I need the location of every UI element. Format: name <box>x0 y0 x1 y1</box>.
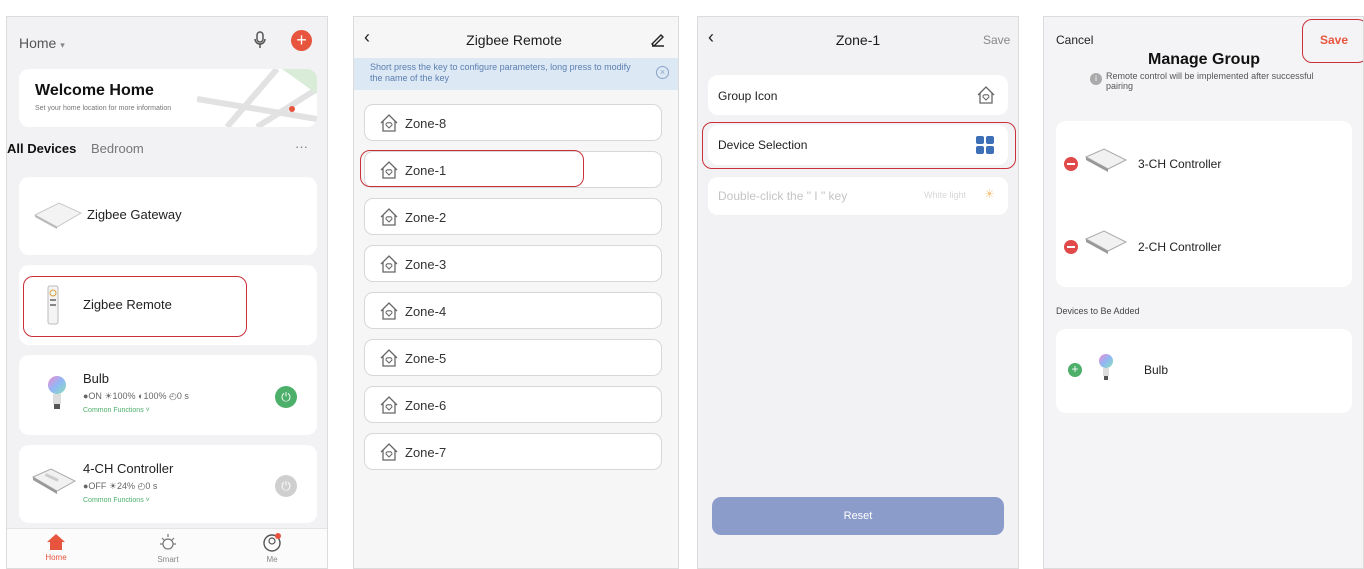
house-icon <box>380 396 398 414</box>
back-icon[interactable]: ‹ <box>708 27 714 48</box>
zone-label: Zone-4 <box>405 304 447 319</box>
house-icon <box>380 443 398 461</box>
reset-button[interactable]: Reset <box>712 497 1004 535</box>
edit-icon[interactable] <box>650 31 666 47</box>
remove-icon[interactable] <box>1064 240 1078 254</box>
welcome-title: Welcome Home <box>35 82 154 99</box>
tab-label: Smart <box>157 555 179 564</box>
gateway-device-icon <box>33 202 83 229</box>
tab-label: Me <box>266 555 278 564</box>
bottom-tab-bar: Home Smart Me <box>7 528 327 568</box>
controller-device-icon <box>1084 148 1128 172</box>
common-functions-link[interactable]: Common Functions ˅ <box>83 497 150 504</box>
profile-icon <box>263 533 281 552</box>
device-card-gateway[interactable]: Zigbee Gateway <box>19 177 317 255</box>
home-dropdown-label: Home <box>19 35 57 51</box>
controller-device-icon <box>1084 230 1128 254</box>
group-icon-row[interactable]: Group Icon <box>708 75 1008 115</box>
page-title: Zone-1 <box>835 32 881 48</box>
power-off-icon[interactable]: ⏻ <box>275 475 297 497</box>
close-icon[interactable]: × <box>656 66 669 79</box>
home-icon <box>47 534 65 550</box>
zone-label: Zone-6 <box>405 398 447 413</box>
add-icon[interactable]: + <box>291 30 312 51</box>
back-icon[interactable]: ‹ <box>364 27 370 48</box>
page-title: Manage Group <box>1147 51 1260 68</box>
chevron-down-icon: ▾ <box>60 40 65 50</box>
highlight-device-selection <box>702 122 1016 169</box>
device-card-4ch[interactable]: 4-CH Controller ●OFF ☀24% ◴0 s Common Fu… <box>19 445 317 523</box>
tab-smart[interactable]: Smart <box>143 533 193 564</box>
hint-banner: Short press the key to configure paramet… <box>354 58 678 90</box>
welcome-subtitle: Set your home location for more informat… <box>35 105 172 112</box>
hint-text: Short press the key to configure paramet… <box>370 62 631 83</box>
add-device-icon[interactable]: + <box>1068 363 1082 377</box>
zone-label: Zone-2 <box>405 210 447 225</box>
more-icon[interactable]: ··· <box>295 139 308 154</box>
house-icon <box>977 86 995 104</box>
home-dropdown[interactable]: Home ▾ <box>19 35 65 51</box>
group-device-name: 3-CH Controller <box>1138 157 1222 171</box>
highlight-zigbee-remote <box>23 276 247 337</box>
group-icon-label: Group Icon <box>718 89 778 103</box>
zone-button[interactable]: Zone-7 <box>364 433 662 470</box>
home-screen: Home ▾ + Welcome Home Set your home loca… <box>6 16 328 569</box>
page-title: Zigbee Remote <box>466 32 562 48</box>
zone-button[interactable]: Zone-8 <box>364 104 662 141</box>
info-icon: i <box>1090 73 1102 85</box>
double-click-label: Double-click the " I " key <box>718 189 848 203</box>
highlight-save <box>1302 19 1363 63</box>
group-devices-card: 3-CH Controller 2-CH Controller <box>1056 121 1352 287</box>
tab-home[interactable]: Home <box>31 533 81 562</box>
light-icon: ☀ <box>984 187 995 201</box>
group-device-name: 2-CH Controller <box>1138 240 1222 254</box>
zone-screen: ‹ Zone-1 Save Group Icon Device Selectio… <box>697 16 1019 569</box>
tab-all-devices[interactable]: All Devices <box>7 141 76 156</box>
bulb-device-icon <box>1099 354 1113 380</box>
zone-label: Zone-3 <box>405 257 447 272</box>
map-illustration <box>197 69 317 127</box>
zone-button[interactable]: Zone-3 <box>364 245 662 282</box>
device-card-bulb[interactable]: Bulb ●ON ☀100% ◐100% ◴0 s Common Functio… <box>19 355 317 435</box>
save-button[interactable]: Save <box>983 33 1010 47</box>
common-functions-link[interactable]: Common Functions ˅ <box>83 407 150 414</box>
tab-bedroom[interactable]: Bedroom <box>91 141 144 156</box>
welcome-card[interactable]: Welcome Home Set your home location for … <box>19 69 317 127</box>
highlight-zone-1 <box>360 150 584 187</box>
remote-screen: ‹ Zigbee Remote Short press the key to c… <box>353 16 679 569</box>
zone-button[interactable]: Zone-4 <box>364 292 662 329</box>
zone-button[interactable]: Zone-2 <box>364 198 662 235</box>
house-icon <box>380 208 398 226</box>
zone-label: Zone-8 <box>405 116 447 131</box>
bulb-device-icon <box>48 376 66 409</box>
device-name: Zigbee Gateway <box>87 207 182 222</box>
zone-label: Zone-5 <box>405 351 447 366</box>
zone-button[interactable]: Zone-6 <box>364 386 662 423</box>
double-click-row[interactable]: Double-click the " I " key White light ☀ <box>708 177 1008 215</box>
to-add-device-name: Bulb <box>1144 363 1169 377</box>
zone-label: Zone-7 <box>405 445 447 460</box>
zone-button[interactable]: Zone-5 <box>364 339 662 376</box>
devices-to-add-label: Devices to Be Added <box>1056 306 1140 316</box>
tab-me[interactable]: Me <box>247 533 297 564</box>
tab-label: Home <box>45 553 67 562</box>
house-icon <box>380 114 398 132</box>
pairing-note: Remote control will be implemented after… <box>1106 71 1314 91</box>
group-screen: Cancel Save Manage Group i Remote contro… <box>1043 16 1364 569</box>
house-icon <box>380 349 398 367</box>
power-on-icon[interactable]: ⏻ <box>275 386 297 408</box>
house-icon <box>380 302 398 320</box>
cancel-button[interactable]: Cancel <box>1056 33 1093 47</box>
controller-device-icon <box>31 468 77 494</box>
devices-to-add-card: + Bulb <box>1056 329 1352 413</box>
device-status: ●OFF ☀24% ◴0 s <box>83 481 158 491</box>
smart-bulb-icon <box>160 534 176 550</box>
remove-icon[interactable] <box>1064 157 1078 171</box>
house-icon <box>380 255 398 273</box>
double-click-value: White light <box>924 190 967 200</box>
device-name: 4-CH Controller <box>83 461 174 476</box>
device-name: Bulb <box>83 371 110 386</box>
device-status: ●ON ☀100% ◐100% ◴0 s <box>83 391 189 401</box>
microphone-icon[interactable] <box>253 31 267 54</box>
